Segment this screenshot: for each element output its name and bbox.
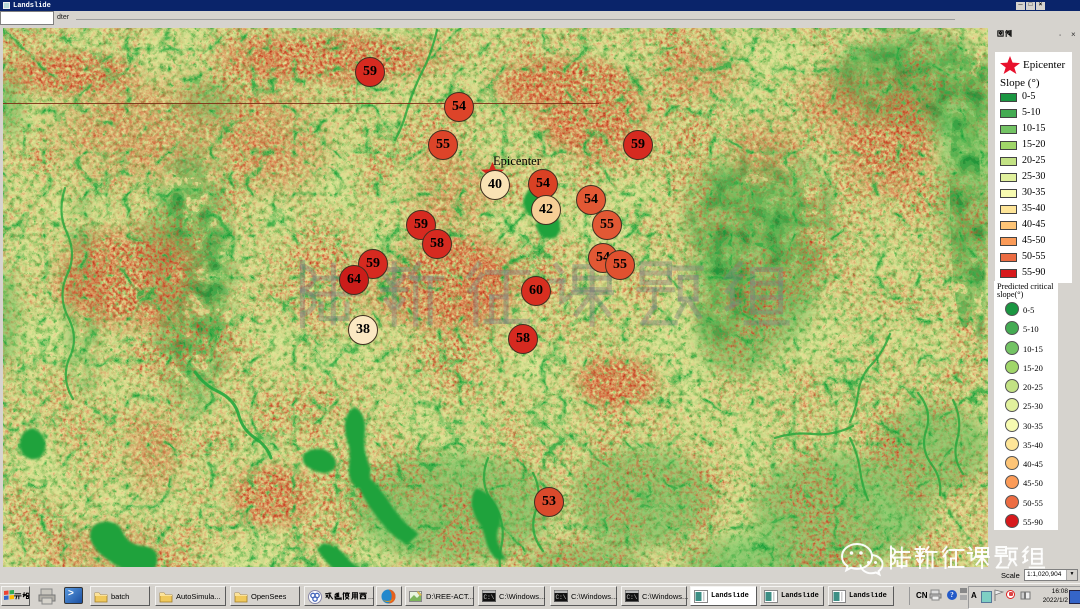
svg-text:C:\: C:\ xyxy=(556,594,567,601)
svg-text:C:\: C:\ xyxy=(627,594,638,601)
svg-text:C:\: C:\ xyxy=(484,594,495,601)
